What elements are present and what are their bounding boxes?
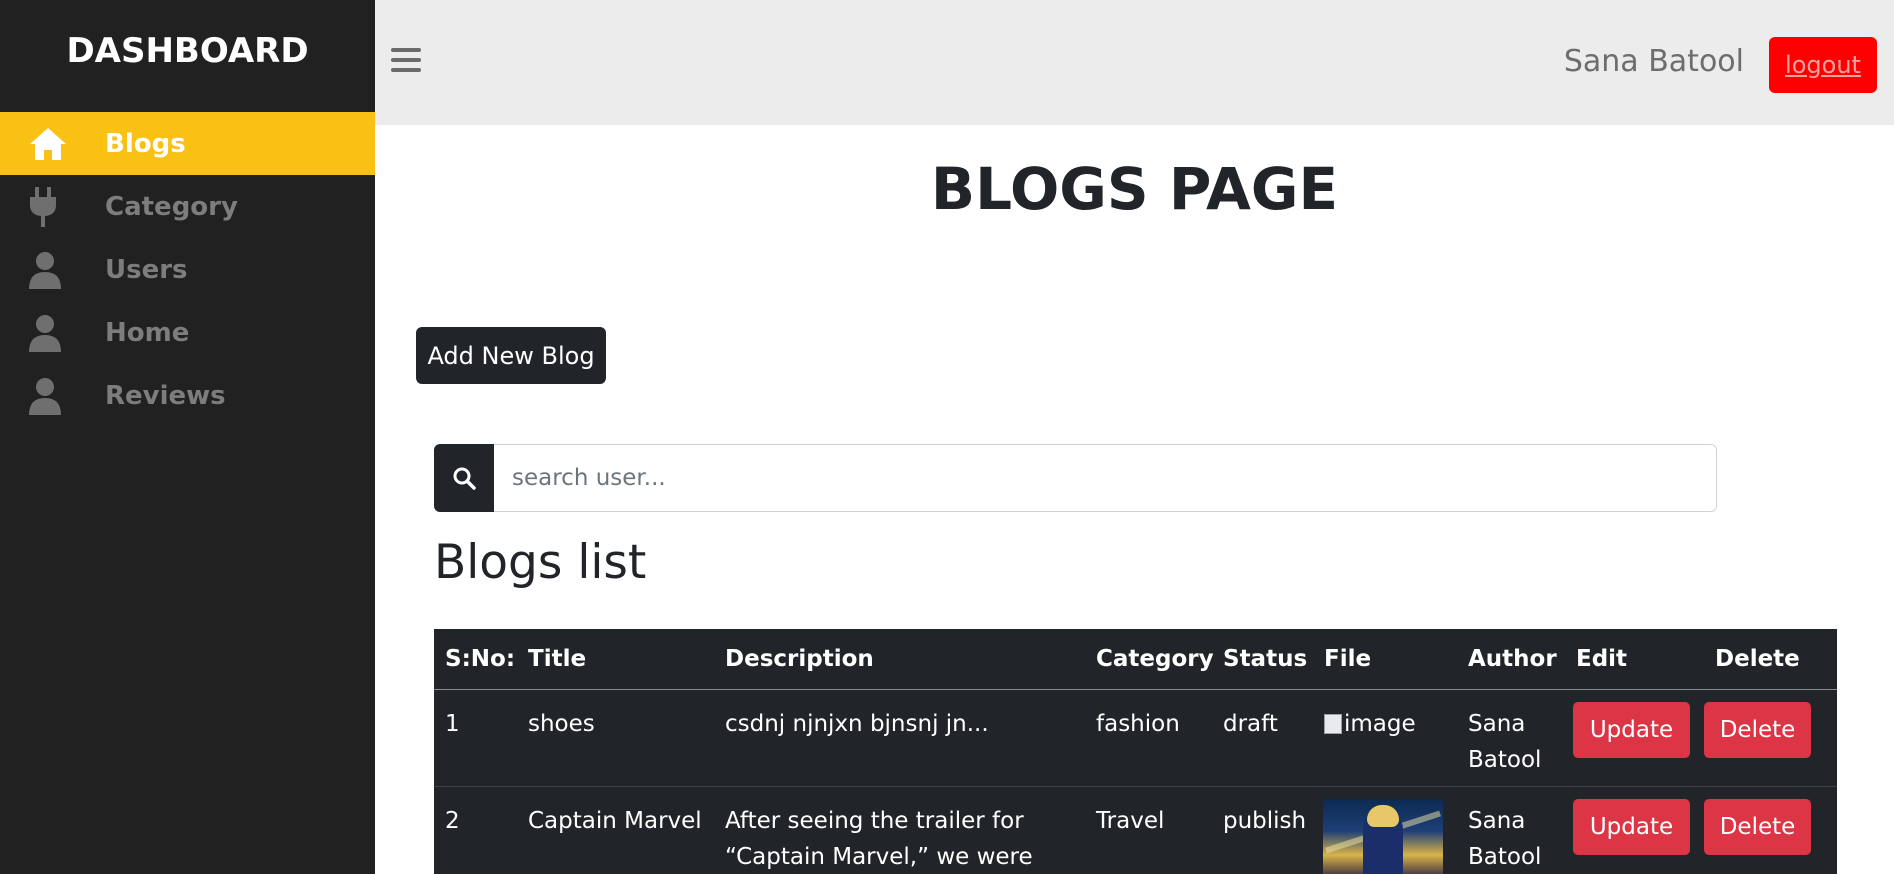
- cell-file: [1313, 787, 1457, 874]
- sidebar-item-reviews[interactable]: Reviews: [0, 364, 375, 427]
- cell-description: csdnj njnjxn bjnsnj jn...: [725, 711, 989, 737]
- user-icon: [0, 377, 105, 415]
- cell-status: draft: [1223, 711, 1278, 737]
- cell-status: publish: [1223, 808, 1307, 834]
- main-content: BLOGS PAGE Add New Blog Blogs list S:No:…: [375, 125, 1894, 874]
- column-header-status: Status: [1223, 646, 1308, 672]
- sidebar-item-users[interactable]: Users: [0, 238, 375, 301]
- sidebar-item-home[interactable]: Home: [0, 301, 375, 364]
- column-header-delete: Delete: [1715, 646, 1800, 672]
- cell-title: Captain Marvel: [528, 808, 702, 834]
- add-new-blog-button[interactable]: Add New Blog: [416, 327, 606, 384]
- blogs-list-title: Blogs list: [434, 535, 647, 590]
- sidebar-item-category[interactable]: Category: [0, 175, 375, 238]
- sidebar-item-label: Category: [105, 191, 238, 222]
- cell-title: shoes: [528, 711, 595, 737]
- column-header-title: Title: [528, 646, 587, 672]
- update-button[interactable]: Update: [1573, 799, 1690, 855]
- cell-author: Sana Batool: [1457, 690, 1565, 786]
- sidebar: DASHBOARD Blogs Category Users Home Revi…: [0, 0, 375, 874]
- sidebar-item-blogs[interactable]: Blogs: [0, 112, 375, 175]
- cell-description: After seeing the trailer for “Captain Ma…: [714, 787, 1085, 874]
- home-icon: [0, 126, 105, 162]
- cell-category: fashion: [1096, 711, 1180, 737]
- table-row: 2 Captain Marvel After seeing the traile…: [434, 787, 1837, 874]
- cell-category: Travel: [1096, 808, 1165, 834]
- user-icon: [0, 251, 105, 289]
- user-icon: [0, 314, 105, 352]
- description-line: “Captain Marvel,” we were: [725, 844, 1033, 870]
- sidebar-item-label: Blogs: [105, 128, 186, 159]
- cell-delete: Delete: [1704, 787, 1837, 874]
- hamburger-icon[interactable]: [391, 48, 421, 76]
- author-last-name: Batool: [1468, 747, 1542, 773]
- search-icon[interactable]: [434, 444, 494, 512]
- delete-button[interactable]: Delete: [1704, 799, 1811, 855]
- column-header-file: File: [1324, 646, 1372, 672]
- logout-button[interactable]: logout: [1769, 37, 1877, 93]
- page-title: BLOGS PAGE: [930, 155, 1339, 223]
- column-header-author: Author: [1468, 646, 1557, 672]
- author-first-name: Sana: [1468, 711, 1526, 737]
- update-button[interactable]: Update: [1573, 702, 1690, 758]
- sidebar-nav: Blogs Category Users Home Reviews: [0, 112, 375, 427]
- table-header: S:No: Title Description Category Status …: [434, 629, 1837, 690]
- user-name: Sana Batool: [1563, 44, 1744, 79]
- delete-button[interactable]: Delete: [1704, 702, 1811, 758]
- cell-delete: Delete: [1704, 690, 1837, 786]
- search-bar: [434, 444, 1717, 512]
- sidebar-item-label: Reviews: [105, 380, 226, 411]
- column-header-category: Category: [1096, 646, 1214, 672]
- column-header-description: Description: [725, 646, 874, 672]
- cell-author: Sana Batool: [1457, 787, 1565, 874]
- top-bar: Sana Batool logout: [375, 0, 1894, 125]
- search-input[interactable]: [494, 444, 1717, 512]
- description-line: After seeing the trailer for: [725, 808, 1024, 834]
- image-alt-text: image: [1344, 711, 1416, 737]
- table-row: 1 shoes csdnj njnjxn bjnsnj jn... fashio…: [434, 690, 1837, 787]
- cell-sno: 1: [445, 711, 460, 737]
- cell-sno: 2: [445, 808, 460, 834]
- author-first-name: Sana: [1468, 808, 1526, 834]
- sidebar-item-label: Home: [105, 317, 190, 348]
- cell-file: image: [1313, 690, 1457, 786]
- sidebar-item-label: Users: [105, 254, 188, 285]
- plug-icon: [0, 186, 105, 227]
- column-header-sno: S:No:: [445, 646, 516, 672]
- broken-image-icon: image: [1324, 706, 1416, 742]
- blogs-table: S:No: Title Description Category Status …: [434, 629, 1837, 874]
- cell-edit: Update: [1565, 690, 1704, 786]
- cell-edit: Update: [1565, 787, 1704, 874]
- column-header-edit: Edit: [1576, 646, 1628, 672]
- blog-thumbnail-image: [1323, 799, 1443, 874]
- brand-title: DASHBOARD: [66, 31, 309, 71]
- author-last-name: Batool: [1468, 844, 1542, 870]
